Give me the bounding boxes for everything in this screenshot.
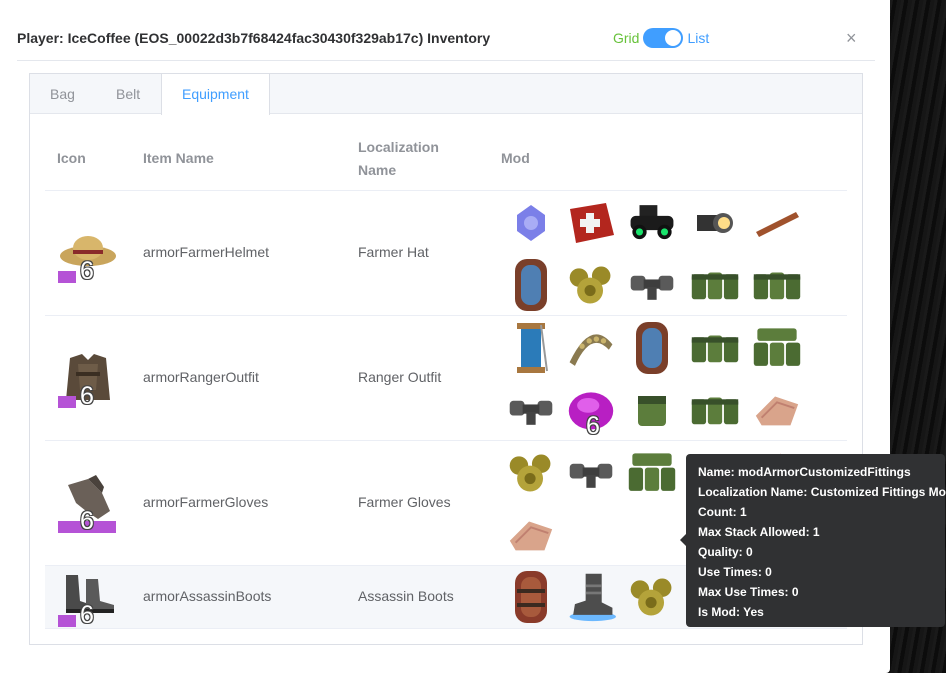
knit-cloth-icon[interactable]	[752, 385, 802, 435]
tooltip-use-times: Use Times: 0	[698, 565, 772, 579]
grid-label[interactable]: Grid	[613, 30, 639, 46]
knit-cloth-icon[interactable]	[506, 510, 556, 560]
bandolier-icon[interactable]	[566, 323, 616, 373]
localization-name: Assassin Boots	[358, 588, 454, 604]
quality-number: 6	[80, 382, 94, 410]
steel-fittings-icon[interactable]	[506, 385, 556, 435]
leather-kneepad-icon[interactable]	[506, 570, 556, 623]
mod-tooltip: Name: modArmorCustomizedFittings Localiz…	[680, 454, 946, 627]
tooltip-count: Count: 1	[698, 505, 747, 519]
night-vision-goggles-icon[interactable]	[627, 198, 677, 248]
quality-number: 6	[80, 507, 94, 535]
localization-name: Ranger Outfit	[358, 369, 442, 385]
col-header-mod: Mod	[501, 150, 530, 166]
camo-stacked-pouches-icon[interactable]	[627, 448, 677, 498]
camo-pouches-icon[interactable]	[690, 323, 740, 373]
tooltip-is-mod: Is Mod: Yes	[698, 605, 764, 619]
quality-number: 6	[80, 601, 94, 629]
camo-stacked-pouches-icon[interactable]	[752, 323, 802, 373]
steel-fittings-icon[interactable]	[566, 448, 616, 498]
dialog-title: Player: IceCoffee (EOS_00022d3b7f68424fa…	[17, 30, 491, 46]
flashlight-icon[interactable]	[690, 198, 740, 248]
camo-pouches-icon[interactable]	[752, 260, 802, 310]
red-medkit-icon[interactable]	[566, 198, 616, 248]
quality-badge	[58, 271, 76, 283]
camo-pouches-icon[interactable]	[690, 385, 740, 435]
quality-number: 6	[80, 257, 94, 285]
tabs-header: Bag Belt Equipment	[30, 74, 862, 115]
copper-pipe-icon[interactable]	[752, 198, 802, 248]
brass-fittings-icon[interactable]	[506, 448, 556, 498]
item-name: armorAssassinBoots	[143, 588, 272, 604]
quality-badge	[58, 396, 76, 408]
view-toggle[interactable]: Grid List	[613, 28, 709, 48]
brass-fittings-icon[interactable]	[627, 572, 677, 622]
tab-belt[interactable]: Belt	[116, 74, 140, 114]
item-name: armorFarmerHelmet	[143, 244, 270, 260]
col-header-item-name: Item Name	[143, 150, 214, 166]
tooltip-max-stack: Max Stack Allowed: 1	[698, 525, 820, 539]
table-bottom-border	[45, 628, 847, 629]
tooltip-max-use-times: Max Use Times: 0	[698, 585, 799, 599]
tab-bag[interactable]: Bag	[50, 74, 75, 114]
tooltip-arrow	[680, 534, 686, 546]
blue-canister-icon[interactable]	[506, 198, 556, 248]
brass-fittings-icon[interactable]	[566, 260, 616, 310]
blue-glow-boot-icon[interactable]	[566, 572, 616, 622]
tooltip-quality: Quality: 0	[698, 545, 753, 559]
mod-quality-number: 6	[586, 412, 600, 440]
tooltip-localization-name: Localization Name: Customized Fittings M…	[698, 485, 946, 499]
camo-pouches-icon[interactable]	[690, 260, 740, 310]
item-name: armorFarmerGloves	[143, 494, 269, 510]
inventory-dialog: Player: IceCoffee (EOS_00022d3b7f68424fa…	[0, 0, 946, 673]
tooltip-name: Name: modArmorCustomizedFittings	[698, 465, 911, 479]
blue-kneepad-icon[interactable]	[627, 322, 677, 374]
list-label[interactable]: List	[687, 30, 709, 46]
col-header-localization-name: Localization Name	[358, 139, 439, 178]
quality-badge	[58, 615, 76, 627]
header-divider	[17, 60, 875, 61]
item-name: armorRangerOutfit	[143, 369, 259, 385]
col-header-icon: Icon	[57, 150, 86, 166]
switch-knob	[665, 30, 682, 46]
steel-fittings-icon[interactable]	[627, 260, 677, 310]
localization-name: Farmer Hat	[358, 244, 429, 260]
localization-name: Farmer Gloves	[358, 494, 451, 510]
blue-kneepad-icon[interactable]	[506, 259, 556, 311]
close-icon[interactable]: ×	[846, 29, 857, 47]
thread-spool-icon[interactable]	[506, 323, 556, 373]
tab-equipment[interactable]: Equipment	[161, 74, 270, 115]
view-switch[interactable]	[643, 28, 684, 48]
camo-small-pouch-icon[interactable]	[627, 385, 677, 435]
